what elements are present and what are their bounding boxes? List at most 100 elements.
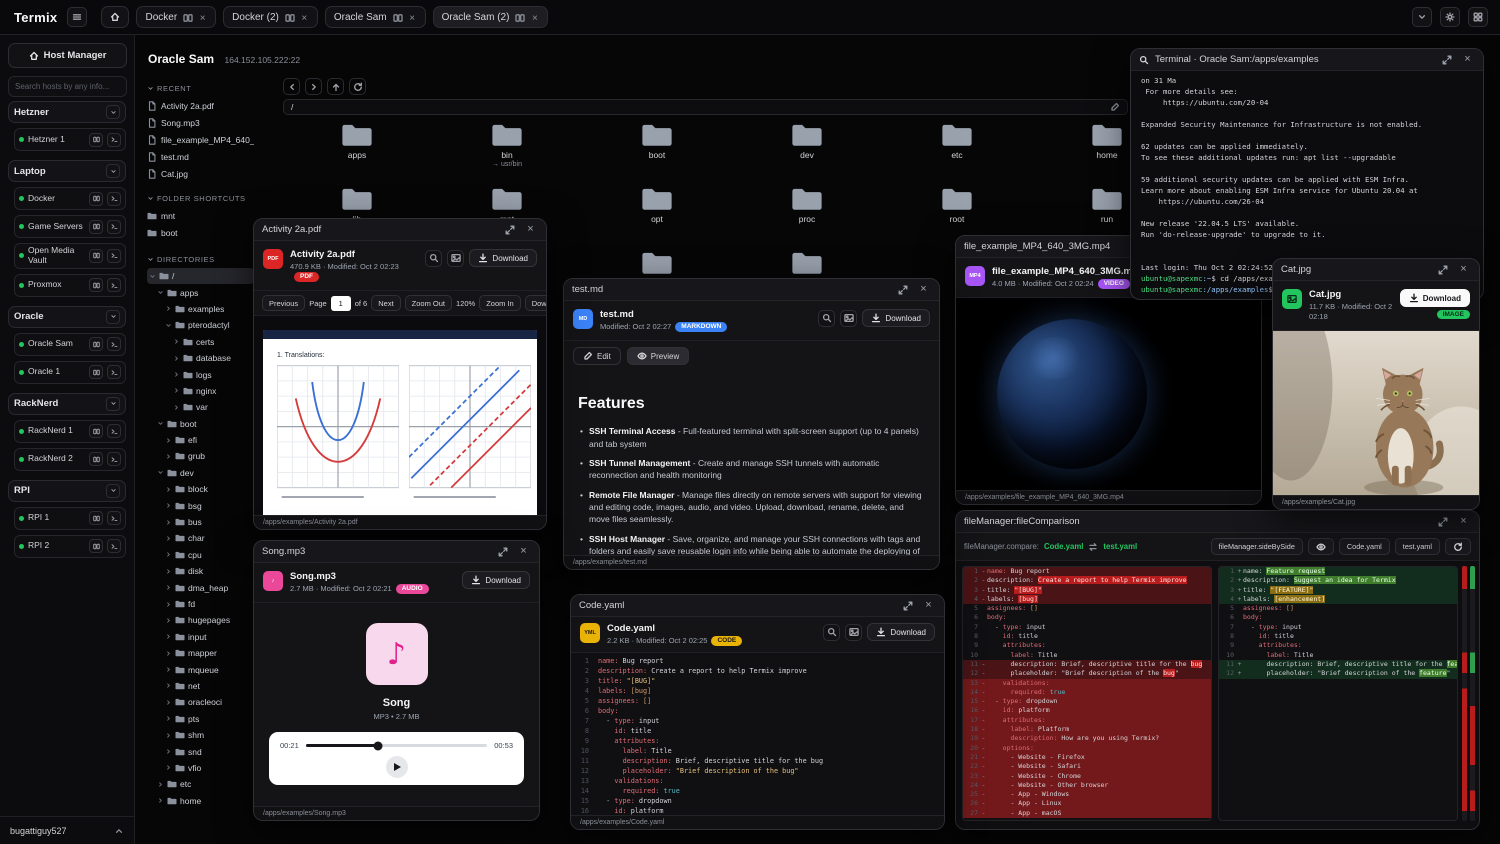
download-button[interactable]: Download bbox=[867, 623, 935, 641]
recent-file-song-mp3[interactable]: Song.mp3 bbox=[147, 114, 254, 131]
expand-icon[interactable] bbox=[502, 222, 517, 237]
host-item-game-servers[interactable]: Game Servers bbox=[14, 215, 126, 238]
host-item-proxmox[interactable]: Proxmox bbox=[14, 274, 126, 297]
host-item-rpi-2[interactable]: RPI 2 bbox=[14, 535, 126, 558]
tree-item-oracleoci[interactable]: oracleoci bbox=[147, 694, 254, 710]
expand-icon[interactable] bbox=[1439, 52, 1454, 67]
expand-icon[interactable] bbox=[1435, 262, 1450, 277]
tree-item-nginx[interactable]: nginx bbox=[147, 383, 254, 399]
window-titlebar[interactable]: Activity 2a.pdf × bbox=[254, 219, 546, 241]
tree-item-item[interactable]: / bbox=[147, 268, 254, 284]
close-icon[interactable]: × bbox=[916, 282, 931, 297]
tab-docker-2[interactable]: Docker (2)× bbox=[223, 6, 318, 28]
close-icon[interactable]: × bbox=[530, 13, 539, 22]
refresh-icon[interactable] bbox=[349, 78, 366, 95]
tree-item-hugepages[interactable]: hugepages bbox=[147, 612, 254, 628]
terminal-icon[interactable] bbox=[107, 365, 121, 379]
host-item-oracle-sam[interactable]: Oracle Sam bbox=[14, 333, 126, 356]
picture-icon[interactable] bbox=[845, 624, 862, 641]
terminal-icon[interactable] bbox=[107, 278, 121, 292]
tree-item-snd[interactable]: snd bbox=[147, 743, 254, 759]
terminal-icon[interactable] bbox=[107, 539, 121, 553]
tree-item-shm[interactable]: shm bbox=[147, 727, 254, 743]
picture-icon[interactable] bbox=[447, 250, 464, 267]
window-titlebar[interactable]: fileManager:fileComparison × bbox=[956, 511, 1479, 533]
tree-item-database[interactable]: database bbox=[147, 350, 254, 366]
close-icon[interactable]: × bbox=[408, 13, 417, 22]
refresh-icon[interactable] bbox=[1445, 538, 1471, 555]
tree-item-apps[interactable]: apps bbox=[147, 284, 254, 300]
terminal-icon[interactable] bbox=[107, 220, 121, 234]
group-header-racknerd[interactable]: RackNerd bbox=[8, 393, 126, 415]
close-icon[interactable]: × bbox=[516, 544, 531, 559]
tab-home[interactable] bbox=[101, 6, 129, 28]
host-item-racknerd-1[interactable]: RackNerd 1 bbox=[14, 420, 126, 443]
tab-oracle-sam[interactable]: Oracle Sam× bbox=[325, 6, 426, 28]
terminal-icon[interactable] bbox=[107, 249, 121, 263]
chevron-down-icon[interactable] bbox=[106, 164, 120, 178]
recent-section-header[interactable]: RECENT bbox=[147, 84, 254, 93]
search-icon[interactable] bbox=[823, 624, 840, 641]
left-file-link[interactable]: Code.yaml bbox=[1044, 542, 1083, 551]
path-bar[interactable]: / bbox=[283, 99, 1128, 115]
zoom-in-button[interactable]: Zoom In bbox=[479, 295, 521, 311]
chevron-down-icon[interactable] bbox=[106, 397, 120, 411]
split-view-icon[interactable] bbox=[89, 192, 103, 206]
host-item-docker[interactable]: Docker bbox=[14, 187, 126, 210]
tree-item-disk[interactable]: disk bbox=[147, 563, 254, 579]
right-file-button[interactable]: test.yaml bbox=[1395, 538, 1440, 555]
search-icon[interactable] bbox=[1139, 55, 1149, 65]
terminal-icon[interactable] bbox=[107, 424, 121, 438]
search-icon[interactable] bbox=[818, 310, 835, 327]
tree-item-cpu[interactable]: cpu bbox=[147, 547, 254, 563]
terminal-icon[interactable] bbox=[107, 511, 121, 525]
split-view-icon[interactable] bbox=[89, 249, 103, 263]
tree-item-certs[interactable]: certs bbox=[147, 334, 254, 350]
tree-item-pts[interactable]: pts bbox=[147, 711, 254, 727]
tree-item-bsg[interactable]: bsg bbox=[147, 497, 254, 513]
close-icon[interactable]: × bbox=[198, 13, 207, 22]
host-item-rpi-1[interactable]: RPI 1 bbox=[14, 507, 126, 530]
window-titlebar[interactable]: Song.mp3 × bbox=[254, 541, 539, 563]
expand-icon[interactable] bbox=[1435, 514, 1450, 529]
play-button[interactable] bbox=[386, 756, 408, 778]
directories-section-header[interactable]: DIRECTORIES bbox=[147, 255, 254, 264]
zoom-out-button[interactable]: Zoom Out bbox=[405, 295, 452, 311]
code-editor[interactable]: 1name: Bug report2description: Create a … bbox=[571, 653, 944, 815]
download-button[interactable]: Download bbox=[1400, 289, 1470, 307]
image-content[interactable] bbox=[1273, 331, 1479, 496]
edit-path-icon[interactable] bbox=[1110, 102, 1120, 112]
folder-opt[interactable]: opt bbox=[582, 186, 732, 234]
recent-file-test-md[interactable]: test.md bbox=[147, 148, 254, 165]
host-item-racknerd-2[interactable]: RackNerd 2 bbox=[14, 448, 126, 471]
host-item-hetzner-1[interactable]: Hetzner 1 bbox=[14, 128, 126, 151]
group-header-rpi[interactable]: RPI bbox=[8, 480, 126, 502]
diff-left-pane[interactable]: 1-name: Bug report2-description: Create … bbox=[962, 566, 1212, 821]
terminal-icon[interactable] bbox=[107, 337, 121, 351]
tree-item-examples[interactable]: examples bbox=[147, 301, 254, 317]
expand-icon[interactable] bbox=[895, 282, 910, 297]
split-view-icon[interactable] bbox=[89, 220, 103, 234]
tree-item-fd[interactable]: fd bbox=[147, 596, 254, 612]
tree-item-logs[interactable]: logs bbox=[147, 366, 254, 382]
terminal-icon[interactable] bbox=[107, 133, 121, 147]
chevron-down-icon[interactable] bbox=[1412, 7, 1432, 27]
expand-icon[interactable] bbox=[900, 598, 915, 613]
close-icon[interactable]: × bbox=[1456, 262, 1471, 277]
sidebar-menu-icon[interactable] bbox=[67, 7, 87, 27]
side-by-side-button[interactable]: fileManager.sideBySide bbox=[1211, 538, 1303, 555]
eye-icon[interactable] bbox=[1308, 538, 1334, 555]
close-icon[interactable]: × bbox=[523, 222, 538, 237]
slider-thumb[interactable] bbox=[374, 741, 383, 750]
diff-minimap-left[interactable] bbox=[1462, 566, 1467, 821]
folder-dev[interactable]: dev bbox=[732, 122, 882, 170]
tree-item-bus[interactable]: bus bbox=[147, 514, 254, 530]
folder-root[interactable]: root bbox=[882, 186, 1032, 234]
download-button[interactable]: Download bbox=[469, 249, 537, 267]
close-icon[interactable]: × bbox=[921, 598, 936, 613]
folder-etc[interactable]: etc bbox=[882, 122, 1032, 170]
split-view-icon[interactable] bbox=[89, 452, 103, 466]
tree-item-mapper[interactable]: mapper bbox=[147, 645, 254, 661]
tree-item-etc[interactable]: etc bbox=[147, 776, 254, 792]
edit-button[interactable]: Edit bbox=[573, 347, 621, 365]
